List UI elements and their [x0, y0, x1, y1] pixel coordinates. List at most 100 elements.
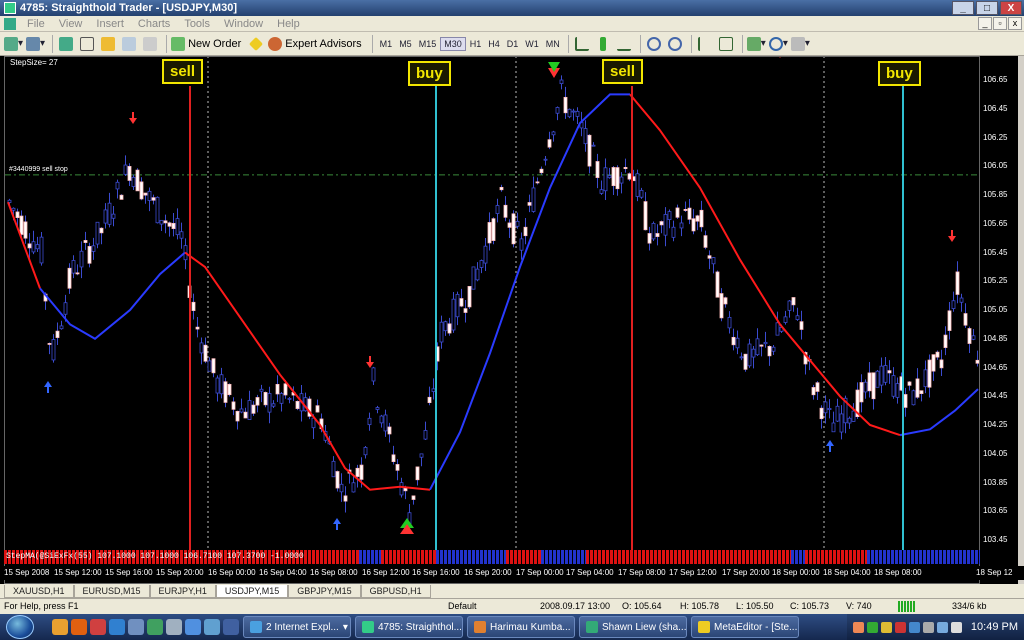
close-button[interactable]: X [1000, 1, 1022, 15]
zoom-out-button[interactable] [666, 35, 684, 53]
tab-xauusd-h1[interactable]: XAUUSD,H1 [4, 585, 74, 598]
indicator-segment [586, 550, 791, 564]
menu-help[interactable]: Help [270, 18, 307, 30]
data-window-button[interactable] [78, 35, 96, 53]
bar-chart-button[interactable] [573, 35, 591, 53]
app-icon[interactable] [204, 619, 220, 635]
bar-high: H: 105.78 [680, 601, 720, 611]
market-watch-button[interactable] [57, 35, 75, 53]
market-watch-icon [59, 36, 74, 51]
time-tick-label: 15 Sep 16:00 [105, 568, 153, 577]
taskbar-trader[interactable]: 4785: Straighthol... [355, 616, 463, 638]
chart-shift-button[interactable] [717, 35, 735, 53]
price-tick-label: 103.65 [983, 506, 1008, 516]
connection-icon [898, 601, 916, 612]
stepsize-label: StepSize= 27 [10, 58, 58, 67]
time-tick-label: 17 Sep 04:00 [566, 568, 614, 577]
zoom-in-icon [646, 36, 661, 51]
time-tick-label: 18 Sep 12 [976, 568, 1013, 577]
timeframe-m30[interactable]: M30 [440, 36, 466, 51]
system-tray: 10:49 PM [846, 614, 1024, 640]
taskbar-metaeditor[interactable]: MetaEditor - [Ste... [691, 616, 799, 638]
tray-icon[interactable] [894, 621, 906, 633]
tab-eurusd-m15[interactable]: EURUSD,M15 [73, 585, 150, 598]
chat-icon[interactable] [147, 619, 163, 635]
firefox-icon[interactable] [71, 619, 87, 635]
tab-usdjpy-m15[interactable]: USDJPY,M15 [215, 585, 289, 598]
terminal-button[interactable] [120, 35, 138, 53]
menu-charts[interactable]: Charts [131, 18, 177, 30]
templates-icon [790, 36, 805, 51]
indicators-button[interactable]: ▾ [746, 35, 766, 53]
timeframe-h4[interactable]: H4 [485, 38, 503, 50]
tray-icon[interactable] [852, 621, 864, 633]
timeframe-mn[interactable]: MN [543, 38, 563, 50]
indicator-segment [867, 550, 980, 564]
new-chart-button[interactable]: ▾ [4, 35, 23, 53]
ie-icon[interactable] [109, 619, 125, 635]
timeframe-h1[interactable]: H1 [467, 38, 485, 50]
profiles-button[interactable]: ▾ [26, 35, 45, 53]
media-icon[interactable] [90, 619, 106, 635]
desktop-icon[interactable] [166, 619, 182, 635]
taskbar-harimau[interactable]: Harimau Kumba... [467, 616, 575, 638]
indicator-segment [359, 550, 381, 564]
alert-button[interactable] [247, 35, 265, 53]
menu-window[interactable]: Window [217, 18, 270, 30]
folder-icon[interactable] [52, 619, 68, 635]
price-tick-label: 104.05 [983, 448, 1008, 458]
templates-button[interactable]: ▾ [790, 35, 810, 53]
timeframe-d1[interactable]: D1 [504, 38, 522, 50]
explorer-icon[interactable] [128, 619, 144, 635]
timeframe-m15[interactable]: M15 [416, 38, 440, 50]
app-icon[interactable] [223, 619, 239, 635]
indicator-segment [381, 550, 436, 564]
line-chart-icon [616, 37, 631, 51]
new-order-button[interactable]: New Order [171, 36, 241, 51]
line-chart-button[interactable] [615, 35, 633, 53]
app-icon[interactable] [185, 619, 201, 635]
tab-eurjpy-h1[interactable]: EURJPY,H1 [149, 585, 216, 598]
menu-tools[interactable]: Tools [177, 18, 217, 30]
bar-open: O: 105.64 [622, 601, 662, 611]
time-tick-label: 16 Sep 16:00 [412, 568, 460, 577]
expert-advisors-button[interactable]: Expert Advisors [268, 36, 362, 51]
menu-insert[interactable]: Insert [89, 18, 131, 30]
tray-icon[interactable] [908, 621, 920, 633]
maximize-button[interactable]: □ [976, 1, 998, 15]
zoom-in-button[interactable] [645, 35, 663, 53]
taskbar-shawn[interactable]: Shawn Liew (sha... [579, 616, 687, 638]
time-tick-label: 16 Sep 20:00 [464, 568, 512, 577]
navigator-button[interactable] [99, 35, 117, 53]
toolbar: ▾ ▾ New Order Expert Advisors M1 M5 M15 … [0, 32, 1024, 56]
tray-icon[interactable] [880, 621, 892, 633]
network-icon[interactable] [936, 621, 948, 633]
timeframe-w1[interactable]: W1 [522, 38, 542, 50]
start-button[interactable] [6, 615, 34, 639]
timeframe-m1[interactable]: M1 [377, 38, 396, 50]
minimize-button[interactable]: _ [952, 1, 974, 15]
chart-area[interactable]: StepSize= 27 #3440999 sell stop sell buy… [0, 56, 1024, 584]
chart-scrollbar[interactable] [1018, 56, 1024, 584]
auto-scroll-button[interactable] [696, 35, 714, 53]
price-tick-label: 105.85 [983, 190, 1008, 199]
mdi-restore-button[interactable]: ▫ [993, 17, 1007, 30]
tab-gbpjpy-m15[interactable]: GBPJPY,M15 [288, 585, 361, 598]
periods-button[interactable]: ▾ [768, 35, 788, 53]
mdi-close-button[interactable]: x [1008, 17, 1022, 30]
volume-icon[interactable] [950, 621, 962, 633]
price-tick-label: 104.45 [983, 391, 1008, 401]
mdi-minimize-button[interactable]: _ [978, 17, 992, 30]
menu-file[interactable]: File [20, 18, 52, 30]
menu-view[interactable]: View [52, 18, 90, 30]
tester-button[interactable] [141, 35, 159, 53]
price-tick-label: 106.05 [983, 161, 1008, 171]
tray-icon[interactable] [866, 621, 878, 633]
taskbar-internet-explorer[interactable]: 2 Internet Expl... ▾ [243, 616, 351, 638]
new-order-icon [171, 36, 186, 51]
timeframe-m5[interactable]: M5 [396, 38, 415, 50]
candle-chart-button[interactable] [594, 35, 612, 53]
tray-icon[interactable] [922, 621, 934, 633]
tab-gbpusd-h1[interactable]: GBPUSD,H1 [360, 585, 431, 598]
price-axis: 106.65 106.45 106.25 106.05 105.85 105.65 105.… [980, 56, 1018, 584]
